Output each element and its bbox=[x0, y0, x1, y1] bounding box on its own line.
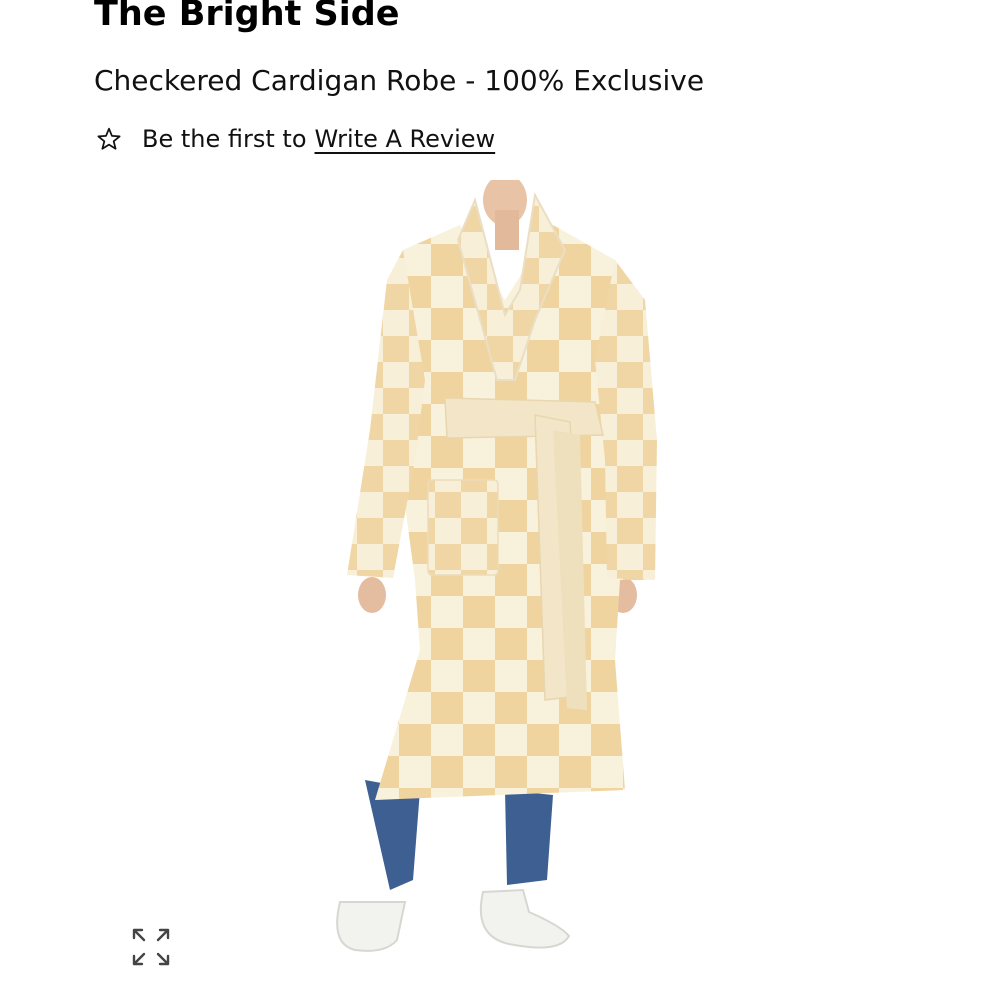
robe-belt bbox=[444, 397, 604, 439]
brand-name: The Bright Side bbox=[94, 0, 400, 34]
product-title: Checkered Cardigan Robe - 100% Exclusive bbox=[94, 64, 705, 97]
model-sneakers bbox=[336, 888, 571, 952]
write-review-link[interactable]: Write A Review bbox=[315, 125, 496, 153]
review-row: Be the first to Write A Review bbox=[96, 119, 495, 159]
star-outline-icon[interactable] bbox=[96, 126, 122, 152]
expand-arrows-icon[interactable] bbox=[126, 922, 176, 972]
product-image bbox=[336, 180, 657, 952]
review-prompt: Be the first to bbox=[142, 125, 307, 153]
